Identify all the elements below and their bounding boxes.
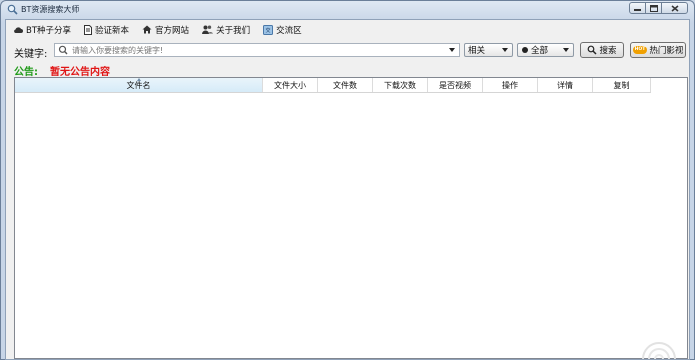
- search-icon: [58, 45, 68, 55]
- window-title: BT资源搜索大师: [21, 5, 80, 14]
- dot-icon: [522, 47, 528, 53]
- cloud-icon: [14, 26, 23, 33]
- history-dropdown-icon[interactable]: [449, 48, 455, 52]
- column-header-copy[interactable]: 复制: [593, 78, 651, 92]
- column-header-label: 文件数: [333, 80, 357, 90]
- chevron-down-icon: [502, 48, 508, 52]
- menu-bar: BT种子分享 验证新本 官方网站 关于我们 交 交流区: [6, 20, 689, 39]
- column-header-label: 文件名: [126, 80, 151, 90]
- filter-select[interactable]: 全部: [517, 43, 574, 57]
- sort-select-value: 相关: [468, 46, 486, 56]
- menu-label: BT种子分享: [26, 25, 72, 36]
- watermark-logo-icon: [642, 342, 676, 359]
- menu-item-verify[interactable]: 验证新本: [82, 21, 131, 38]
- column-header-action[interactable]: 操作: [483, 78, 538, 92]
- hot-movies-button[interactable]: HOT 热门影视: [630, 42, 686, 58]
- table-header: 文件名 文件大小 文件数 下载次数 是否视频 操作 详情 复制: [15, 78, 651, 93]
- column-header-label: 操作: [502, 80, 518, 90]
- close-icon: [671, 4, 678, 12]
- column-header-label: 文件大小: [274, 80, 306, 90]
- column-header-details[interactable]: 详情: [538, 78, 593, 92]
- search-button[interactable]: 搜索: [580, 42, 624, 58]
- column-header-label: 详情: [557, 80, 573, 90]
- close-button[interactable]: [661, 2, 688, 14]
- hot-badge-icon: HOT: [632, 46, 648, 54]
- column-header-label: 复制: [613, 80, 630, 90]
- search-box[interactable]: [54, 43, 460, 57]
- filter-select-value: 全部: [531, 46, 549, 56]
- menu-item-forum[interactable]: 交 交流区: [261, 21, 304, 38]
- column-header-file-count[interactable]: 文件数: [318, 78, 373, 92]
- column-header-label: 是否视频: [439, 80, 471, 90]
- menu-label: 官方网站: [155, 25, 190, 36]
- notice-bar: 公告: 暂无公告内容: [14, 63, 110, 78]
- search-button-label: 搜索: [599, 46, 617, 56]
- magnifier-app-icon: [7, 4, 18, 15]
- menu-item-about[interactable]: 关于我们: [200, 21, 252, 38]
- chevron-down-icon: [563, 48, 569, 52]
- client-area: BT种子分享 验证新本 官方网站 关于我们 交 交流区 关键字: 请输入你要搜索…: [5, 19, 690, 360]
- svg-text:交: 交: [266, 27, 271, 34]
- maximize-button[interactable]: [645, 2, 662, 14]
- home-icon: [142, 25, 152, 34]
- minimize-icon: [634, 9, 641, 11]
- hot-movies-label: 热门影视: [649, 46, 684, 56]
- search-toolbar: 关键字: 相关 全部 搜索 HOT 热门影视: [6, 42, 689, 60]
- window-controls: [629, 2, 688, 14]
- search-input[interactable]: [72, 44, 442, 56]
- app-window: BT资源搜索大师 BT种子分享 验证新本 官方网站 关于我们 交 交流区 关键字…: [0, 0, 695, 360]
- minimize-button[interactable]: [629, 2, 646, 14]
- menu-item-bt-share[interactable]: BT种子分享: [11, 21, 73, 38]
- sort-indicator-icon: [136, 78, 141, 81]
- results-table[interactable]: 文件名 文件大小 文件数 下载次数 是否视频 操作 详情 复制: [14, 77, 688, 359]
- menu-item-website[interactable]: 官方网站: [140, 21, 191, 38]
- title-bar[interactable]: BT资源搜索大师: [1, 1, 694, 19]
- users-icon: [202, 25, 214, 34]
- column-header-is-video[interactable]: 是否视频: [428, 78, 483, 92]
- column-header-filename[interactable]: 文件名: [15, 78, 263, 92]
- chat-icon: 交: [263, 24, 274, 35]
- keyword-label: 关键字:: [14, 49, 48, 60]
- column-header-downloads[interactable]: 下载次数: [373, 78, 428, 92]
- column-header-label: 下载次数: [384, 80, 416, 90]
- document-icon: [84, 24, 93, 35]
- column-header-size[interactable]: 文件大小: [263, 78, 318, 92]
- menu-label: 交流区: [276, 25, 302, 36]
- maximize-icon: [649, 4, 658, 12]
- menu-label: 关于我们: [216, 25, 251, 36]
- search-icon: [588, 45, 598, 55]
- menu-label: 验证新本: [95, 25, 130, 36]
- sort-select[interactable]: 相关: [464, 43, 513, 57]
